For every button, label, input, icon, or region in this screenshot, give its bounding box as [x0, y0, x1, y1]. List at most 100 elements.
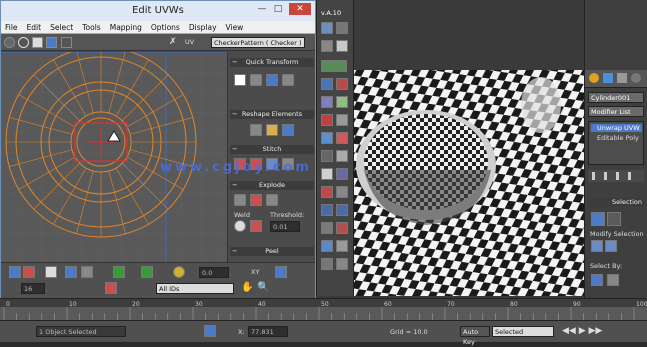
menu-tools[interactable]: Tools — [82, 23, 100, 32]
move-tool-icon[interactable] — [4, 37, 15, 48]
grow-selection-button[interactable] — [591, 240, 603, 252]
freeform-tool-icon[interactable] — [46, 37, 57, 48]
rotate-90-button[interactable] — [250, 74, 262, 86]
lock-button[interactable] — [81, 266, 93, 278]
select-by-element-button[interactable] — [591, 274, 603, 286]
strip-button-24[interactable] — [321, 240, 333, 252]
view-button[interactable] — [275, 266, 287, 278]
stack-item-unwrap[interactable]: Unwrap UVW — [591, 124, 642, 132]
menu-view[interactable]: View — [226, 23, 244, 32]
minimize-button[interactable]: — — [255, 3, 269, 15]
detach-button[interactable] — [250, 194, 262, 206]
flatten-button[interactable] — [266, 194, 278, 206]
vertex-mode-button[interactable] — [9, 266, 21, 278]
maximize-button[interactable]: □ — [271, 3, 285, 15]
relax-button[interactable] — [266, 124, 278, 136]
vertex-select-button[interactable] — [591, 212, 605, 226]
selection-rollout-header[interactable]: Selection — [588, 198, 644, 207]
uv-spinner-value[interactable]: 16 — [21, 283, 45, 294]
make-unique-icon[interactable] — [616, 172, 619, 180]
menu-file[interactable]: File — [5, 23, 18, 32]
weld-selected-button[interactable] — [250, 220, 262, 232]
strip-button-10[interactable] — [321, 114, 333, 126]
stack-item-editable-poly[interactable]: Editable Poly — [591, 134, 639, 142]
strip-button-11[interactable] — [336, 114, 348, 126]
explode-header[interactable]: − Explode — [230, 181, 314, 190]
strip-button-6[interactable] — [321, 78, 333, 90]
falloff-spinner[interactable]: 0.0 — [199, 267, 229, 278]
id-filter-dropdown[interactable]: All IDs — [156, 283, 234, 294]
timeline[interactable]: 0 10 20 30 40 50 60 70 80 90 100 — [0, 298, 647, 321]
menu-display[interactable]: Display — [189, 23, 217, 32]
relax-options-button[interactable] — [282, 124, 294, 136]
strip-button-7[interactable] — [336, 78, 348, 90]
add-uv-button[interactable] — [113, 266, 125, 278]
strip-button-23[interactable] — [336, 222, 348, 234]
strip-button-19[interactable] — [336, 186, 348, 198]
strip-button-20[interactable] — [321, 204, 333, 216]
zoom-icon[interactable]: 🔍 — [257, 282, 269, 293]
pan-icon[interactable]: ✗ — [169, 37, 180, 48]
filter-button[interactable] — [105, 282, 117, 294]
stitch-header[interactable]: − Stitch — [230, 145, 314, 154]
align-center-button[interactable] — [234, 74, 246, 86]
strip-button-16[interactable] — [321, 168, 333, 180]
strip-button-4[interactable] — [336, 40, 348, 52]
strip-button-2[interactable] — [336, 22, 348, 34]
strip-button-21[interactable] — [336, 204, 348, 216]
snap-button[interactable] — [65, 266, 77, 278]
lock-selection-icon[interactable] — [204, 325, 216, 337]
strip-button-14[interactable] — [321, 150, 333, 162]
modifier-list-dropdown[interactable]: Modifier List — [588, 106, 644, 117]
align-x-button[interactable] — [266, 74, 278, 86]
peel-header[interactable]: − Peel — [230, 247, 314, 256]
strip-button-8[interactable] — [321, 96, 333, 108]
pin-stack-icon[interactable] — [592, 172, 595, 180]
create-tab-icon[interactable] — [589, 73, 599, 83]
pan-hand-icon[interactable]: ✋ — [241, 282, 253, 293]
align-y-button[interactable] — [282, 74, 294, 86]
perspective-viewport[interactable] — [316, 70, 584, 296]
quick-transform-header[interactable]: − Quick Transform — [230, 58, 314, 67]
weld-target-button[interactable] — [234, 220, 246, 232]
scale-tool-icon[interactable] — [32, 37, 43, 48]
menu-edit[interactable]: Edit — [27, 23, 42, 32]
strip-button-5[interactable] — [321, 60, 347, 72]
play-controls[interactable]: ◀◀ ▶ ▶▶ — [562, 326, 602, 336]
grow-uv-button[interactable] — [141, 266, 153, 278]
strip-button-22[interactable] — [321, 222, 333, 234]
uv-editor-canvas[interactable] — [1, 52, 227, 262]
strip-button-3[interactable] — [321, 40, 333, 52]
strip-button-1[interactable] — [321, 22, 333, 34]
auto-key-button[interactable]: Auto Key — [460, 326, 490, 346]
modify-tab-icon[interactable] — [603, 73, 613, 83]
shrink-selection-button[interactable] — [605, 240, 617, 252]
menu-mapping[interactable]: Mapping — [110, 23, 142, 32]
strip-button-13[interactable] — [336, 132, 348, 144]
strip-button-25[interactable] — [336, 240, 348, 252]
rotate-tool-icon[interactable] — [18, 37, 29, 48]
strip-button-12[interactable] — [321, 132, 333, 144]
reshape-elements-header[interactable]: − Reshape Elements — [230, 110, 314, 119]
mirror-tool-icon[interactable] — [61, 37, 72, 48]
strip-button-26[interactable] — [321, 258, 333, 270]
texture-dropdown[interactable]: CheckerPattern ( Checker ) — [211, 37, 305, 48]
remove-modifier-icon[interactable] — [628, 172, 631, 180]
strip-button-18[interactable] — [321, 186, 333, 198]
menu-select[interactable]: Select — [50, 23, 73, 32]
key-mode-dropdown[interactable]: Selected — [492, 326, 554, 337]
strip-button-9[interactable] — [336, 96, 348, 108]
motion-tab-icon[interactable] — [631, 73, 641, 83]
straighten-button[interactable] — [250, 124, 262, 136]
object-name-field[interactable]: Cylinder001 — [588, 92, 644, 103]
edge-select-button[interactable] — [607, 212, 621, 226]
show-end-result-icon[interactable] — [604, 172, 607, 180]
x-coordinate-field[interactable]: 77.831 — [248, 326, 288, 337]
edge-mode-button[interactable] — [23, 266, 35, 278]
strip-button-17[interactable] — [336, 168, 348, 180]
soft-select-icon[interactable] — [173, 266, 185, 278]
threshold-spinner[interactable]: 0.01 — [270, 221, 300, 232]
element-mode-button[interactable] — [45, 266, 57, 278]
strip-button-15[interactable] — [336, 150, 348, 162]
strip-button-27[interactable] — [336, 258, 348, 270]
